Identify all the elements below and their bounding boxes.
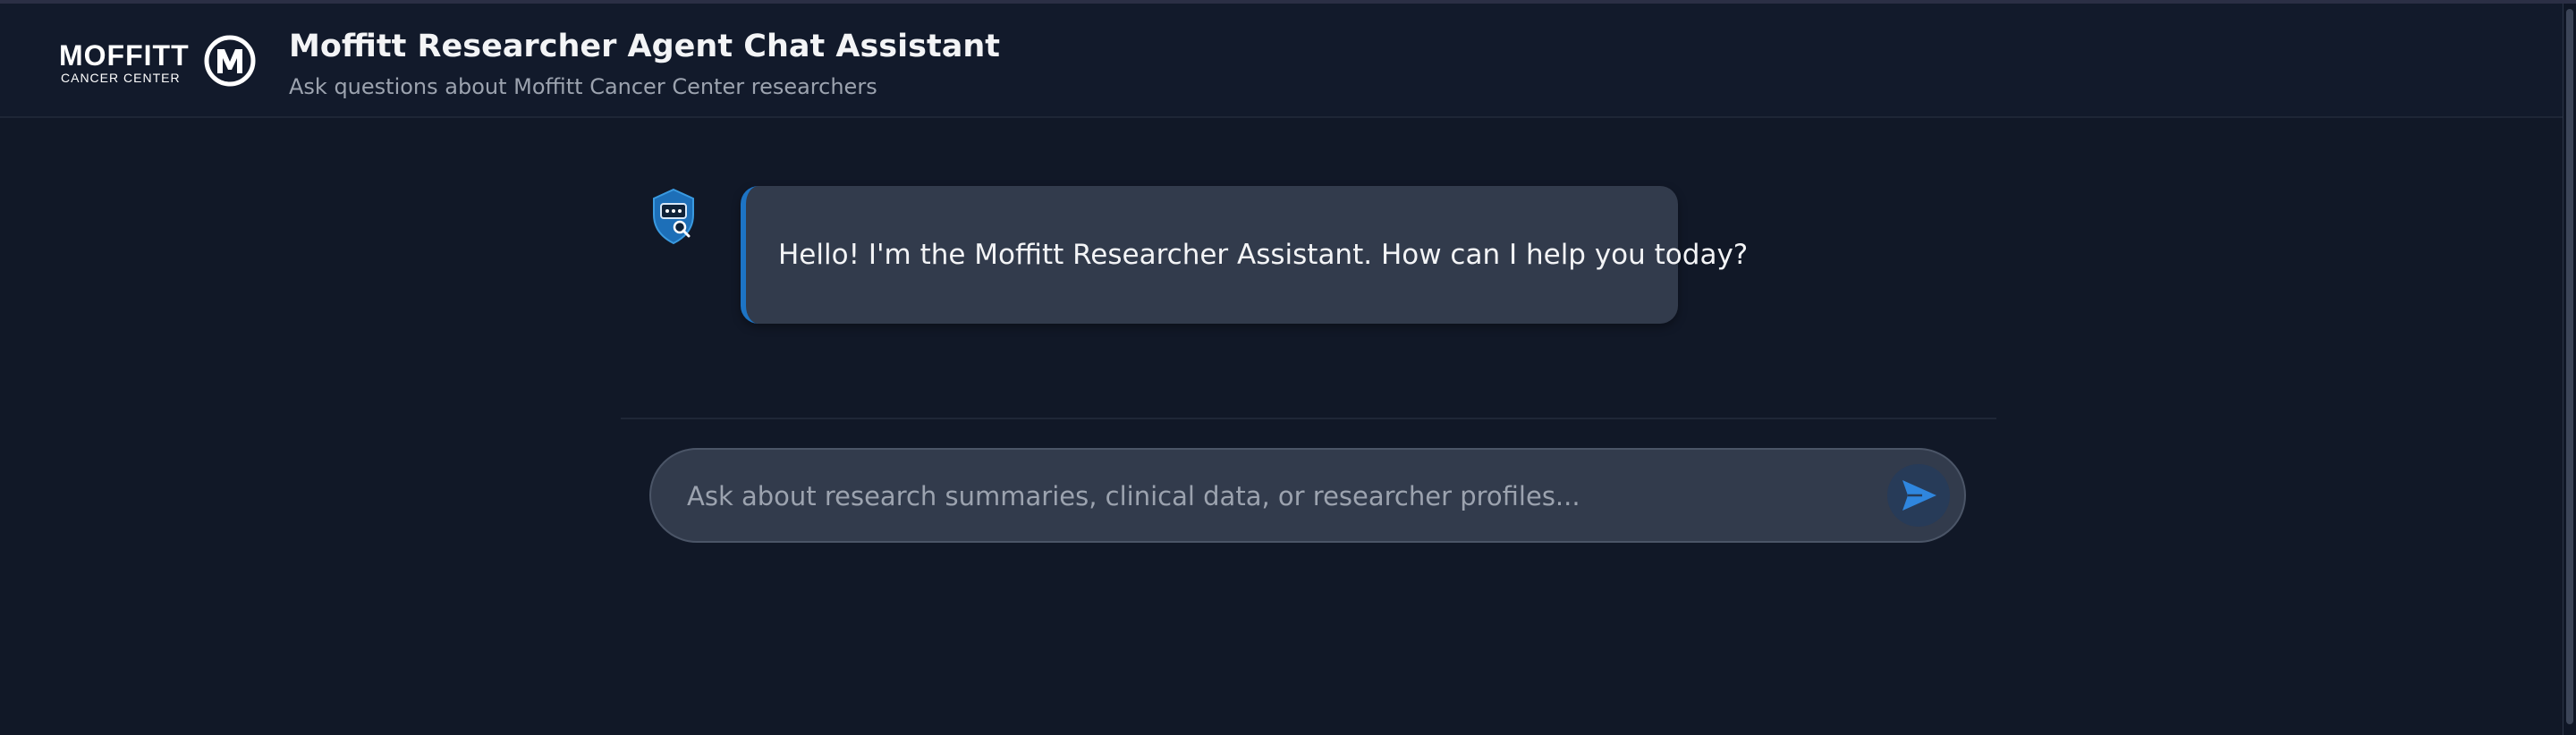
page-scrollbar[interactable] xyxy=(2563,4,2576,735)
assistant-message-text: Hello! I'm the Moffitt Researcher Assist… xyxy=(778,239,1749,271)
send-icon xyxy=(1902,480,1936,511)
page-subtitle: Ask questions about Moffitt Cancer Cente… xyxy=(289,74,877,99)
chat-input[interactable] xyxy=(685,469,1869,523)
scrollbar-thumb[interactable] xyxy=(2566,9,2573,724)
page-title: Moffitt Researcher Agent Chat Assistant xyxy=(289,29,1000,64)
chat-composer xyxy=(649,448,1966,543)
app-header: MOFFITT CANCER CENTER Moffitt Researcher… xyxy=(0,4,2563,118)
assistant-avatar xyxy=(650,188,697,245)
logo-m-emblem-icon xyxy=(204,35,256,87)
shield-search-icon xyxy=(653,188,694,245)
composer-divider xyxy=(621,418,1996,419)
moffitt-logo: MOFFITT CANCER CENTER xyxy=(57,32,258,91)
logo-subtext: CANCER CENTER xyxy=(61,71,181,85)
assistant-message-bubble: Hello! I'm the Moffitt Researcher Assist… xyxy=(741,186,1748,324)
send-button[interactable] xyxy=(1887,464,1950,527)
logo-wordmark: MOFFITT xyxy=(59,39,190,72)
